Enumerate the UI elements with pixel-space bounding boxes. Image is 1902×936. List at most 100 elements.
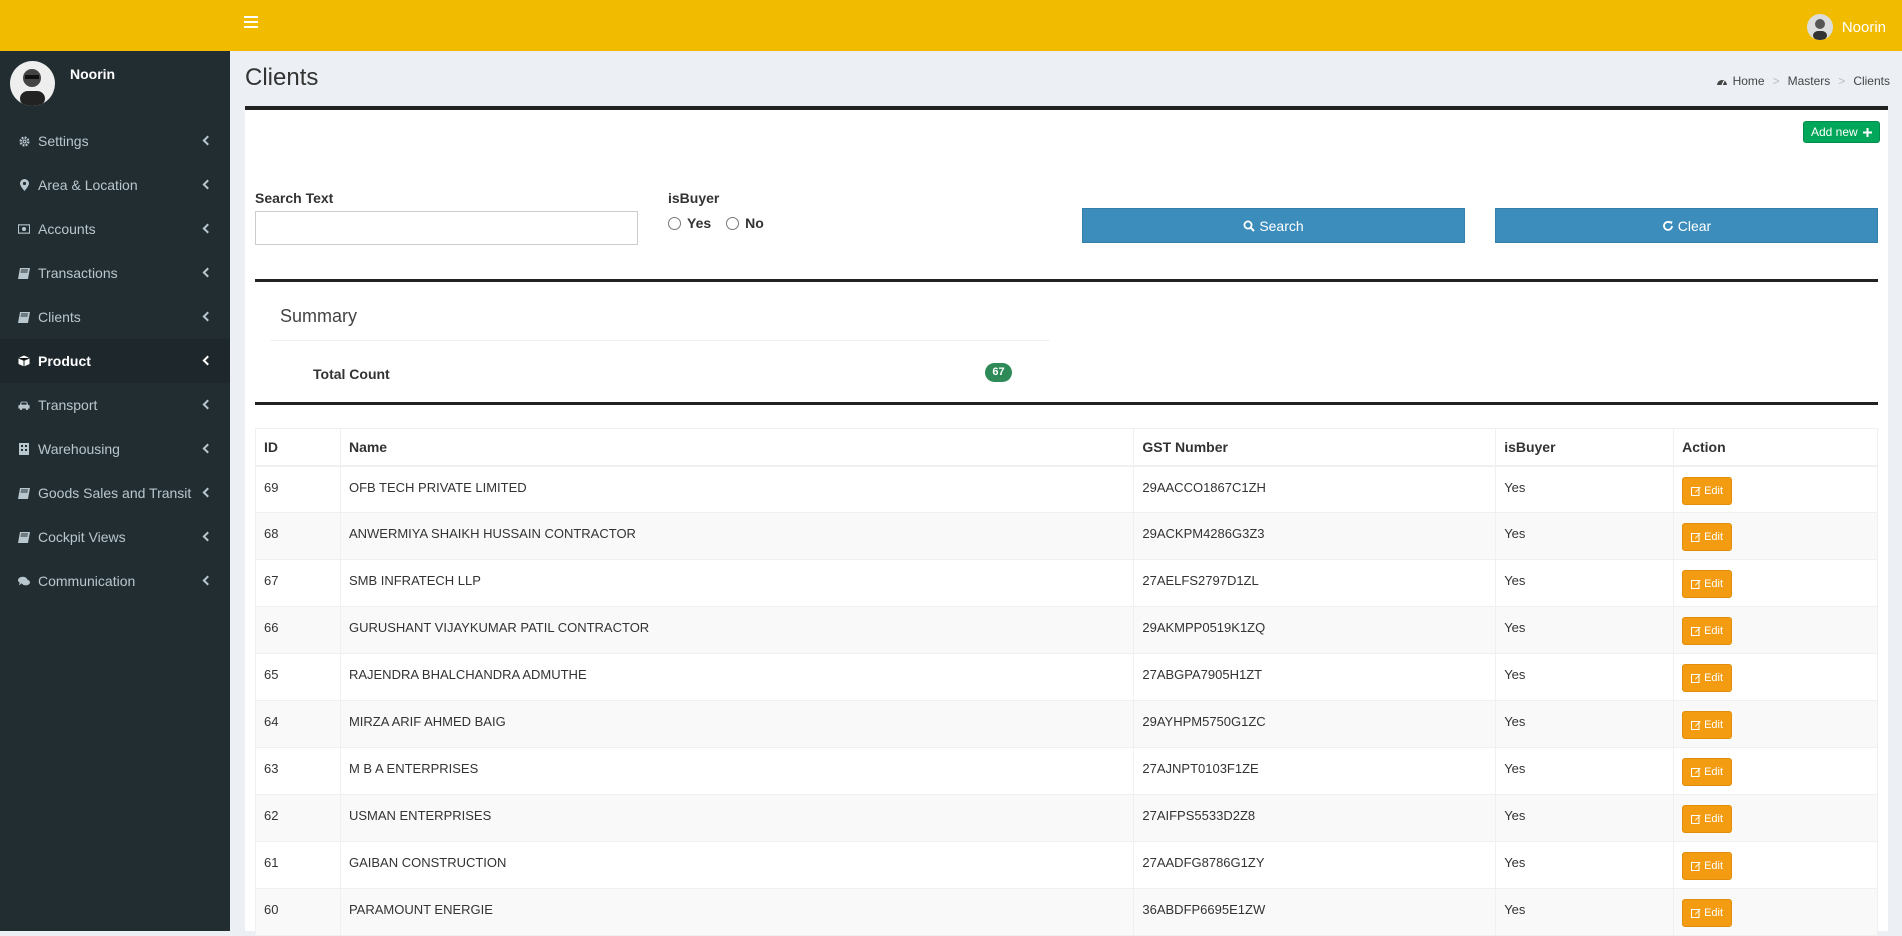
cell-action: Edit (1673, 794, 1878, 842)
clients-box: Add new Search Text isBuyer Yes No Searc… (245, 106, 1888, 936)
search-button[interactable]: Search (1082, 208, 1465, 243)
edit-button-label: Edit (1704, 531, 1724, 543)
sidebar-username: Noorin (70, 66, 116, 82)
search-input[interactable] (255, 211, 638, 245)
edit-button-label: Edit (1704, 719, 1724, 731)
cell-id: 61 (255, 841, 341, 889)
cell-gst: 29ACKPM4286G3Z3 (1133, 512, 1497, 560)
cell-isbuyer: Yes (1495, 747, 1675, 795)
isbuyer-radio-group: Yes No (668, 215, 779, 231)
cell-isbuyer: Yes (1495, 512, 1675, 560)
edit-icon (1691, 768, 1701, 777)
cell-name: RAJENDRA BHALCHANDRA ADMUTHE (339, 653, 1135, 701)
cell-name: SMB INFRATECH LLP (339, 559, 1135, 607)
sidebar-item-settings[interactable]: Settings (0, 119, 230, 163)
isbuyer-label: isBuyer (668, 190, 720, 206)
cell-gst: 27AJNPT0103F1ZE (1133, 747, 1497, 795)
column-header-gst: GST Number (1133, 428, 1497, 467)
summary-title: Summary (280, 306, 358, 326)
sidebar-item-accounts[interactable]: Accounts (0, 207, 230, 251)
table-body: 69 OFB TECH PRIVATE LIMITED 29AACCO1867C1Z… (255, 465, 1878, 936)
divider (255, 279, 1878, 282)
user-menu[interactable]: Noorin (1806, 14, 1886, 40)
sidebar-item-cockpit-views[interactable]: Cockpit Views (0, 515, 230, 559)
cell-id: 60 (255, 888, 341, 936)
cell-name: M B A ENTERPRISES (339, 747, 1135, 795)
column-header-name: Name (339, 428, 1135, 467)
cell-gst: 29AACCO1867C1ZH (1133, 465, 1497, 513)
cell-isbuyer: Yes (1495, 841, 1675, 889)
sidebar-item-label: Communication (38, 573, 136, 589)
breadcrumb: Home > Masters > Clients (1716, 74, 1890, 88)
cell-name: ANWERMIYA SHAIKH HUSSAIN CONTRACTOR (339, 512, 1135, 560)
cell-action: Edit (1673, 512, 1878, 560)
cell-id: 65 (255, 653, 341, 701)
table-row: 63 M B A ENTERPRISES 27AJNPT0103F1ZE Yes Edi… (255, 747, 1878, 795)
isbuyer-yes-radio[interactable] (668, 216, 681, 230)
book-icon (18, 311, 30, 323)
clear-button[interactable]: Clear (1495, 208, 1878, 243)
edit-button[interactable]: Edit (1682, 899, 1733, 927)
breadcrumb-masters[interactable]: Masters (1788, 74, 1831, 88)
column-header-isbuyer: isBuyer (1495, 428, 1675, 467)
table-row: 65 RAJENDRA BHALCHANDRA ADMUTHE 27ABGPA790… (255, 653, 1878, 701)
cell-gst: 27AIFPS5533D2Z8 (1133, 794, 1497, 842)
sidebar-item-goods-sales-and-transit[interactable]: Goods Sales and Transit (0, 471, 230, 515)
breadcrumb-current: Clients (1853, 74, 1890, 88)
cell-isbuyer: Yes (1495, 794, 1675, 842)
cell-id: 64 (255, 700, 341, 748)
isbuyer-no-radio[interactable] (726, 216, 740, 230)
isbuyer-no-label: No (745, 215, 764, 231)
header-username: Noorin (1841, 18, 1886, 36)
menu-toggle-icon[interactable] (244, 16, 258, 28)
cell-gst: 36ABDFP6695E1ZW (1133, 888, 1497, 936)
table-header-row: ID Name GST Number isBuyer Action (255, 428, 1878, 467)
edit-button[interactable]: Edit (1682, 523, 1733, 551)
sidebar-item-label: Area & Location (38, 177, 138, 193)
cell-isbuyer: Yes (1495, 606, 1675, 654)
edit-icon (1691, 862, 1701, 871)
isbuyer-yes-label: Yes (687, 215, 712, 231)
table-row: 67 SMB INFRATECH LLP 27AELFS2797D1ZL Yes Edi… (255, 559, 1878, 607)
sidebar-item-label: Accounts (38, 221, 96, 237)
edit-icon (1691, 533, 1701, 542)
divider (270, 340, 1050, 341)
search-text-label: Search Text (255, 190, 334, 206)
sidebar-item-clients[interactable]: Clients (0, 295, 230, 339)
edit-button-label: Edit (1704, 813, 1724, 825)
search-button-label: Search (1259, 217, 1304, 234)
breadcrumb-separator: > (1838, 74, 1846, 88)
avatar (1806, 14, 1833, 40)
edit-button-label: Edit (1704, 625, 1724, 637)
table-row: 64 MIRZA ARIF AHMED BAIG 29AYHPM5750G1ZC Ye… (255, 700, 1878, 748)
edit-button[interactable]: Edit (1682, 758, 1733, 786)
edit-button[interactable]: Edit (1682, 805, 1733, 833)
edit-button[interactable]: Edit (1682, 476, 1733, 505)
edit-button[interactable]: Edit (1682, 617, 1733, 645)
sidebar-item-area-location[interactable]: Area & Location (0, 163, 230, 207)
cell-action: Edit (1673, 700, 1878, 748)
add-new-button[interactable]: Add new (1802, 121, 1880, 143)
building-icon (18, 443, 30, 455)
edit-button[interactable]: Edit (1682, 664, 1733, 692)
edit-button[interactable]: Edit (1682, 570, 1733, 598)
sidebar-item-transactions[interactable]: Transactions (0, 251, 230, 295)
sidebar-item-product[interactable]: Product (0, 339, 230, 383)
avatar (10, 61, 55, 106)
cell-id: 67 (255, 559, 341, 607)
edit-button[interactable]: Edit (1682, 711, 1733, 739)
sidebar-item-transport[interactable]: Transport (0, 383, 230, 427)
sidebar-item-warehousing[interactable]: Warehousing (0, 427, 230, 471)
edit-button[interactable]: Edit (1682, 852, 1733, 880)
add-new-label: Add new (1810, 125, 1858, 139)
edit-icon (1691, 486, 1701, 496)
cell-name: MIRZA ARIF AHMED BAIG (339, 700, 1135, 748)
breadcrumb-home[interactable]: Home (1733, 74, 1765, 88)
total-count-label: Total Count (313, 366, 390, 382)
clients-table: ID Name GST Number isBuyer Action 69 OFB … (255, 428, 1878, 936)
column-header-action: Action (1673, 428, 1878, 467)
sidebar-item-label: Transactions (38, 265, 118, 281)
sidebar-item-communication[interactable]: Communication (0, 559, 230, 603)
cell-action: Edit (1673, 888, 1878, 936)
book-icon (18, 487, 30, 499)
